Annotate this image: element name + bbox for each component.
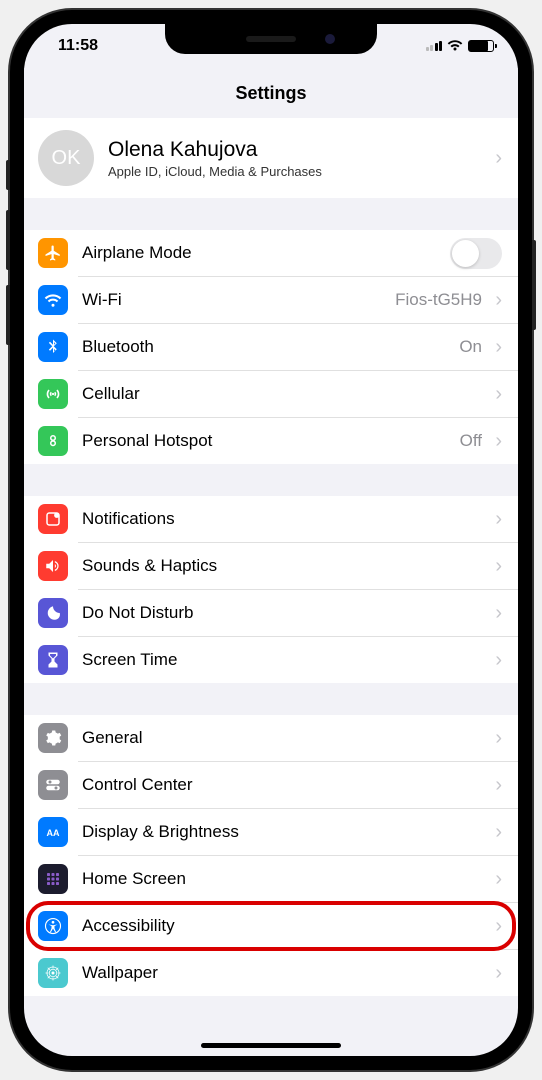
row-label: Home Screen xyxy=(82,869,490,889)
chevron-right-icon: › xyxy=(490,555,502,578)
profile-subtitle: Apple ID, iCloud, Media & Purchases xyxy=(108,164,490,179)
row-label: Bluetooth xyxy=(82,337,459,357)
screen-time-row[interactable]: Screen Time › xyxy=(24,637,518,683)
accessibility-row[interactable]: Accessibility › xyxy=(24,903,518,949)
sounds-row[interactable]: Sounds & Haptics › xyxy=(24,543,518,589)
cellular-icon xyxy=(38,379,68,409)
profile-section: OK Olena Kahujova Apple ID, iCloud, Medi… xyxy=(24,118,518,198)
wifi-row[interactable]: Wi-Fi Fios-tG5H9 › xyxy=(24,277,518,323)
row-label: Wallpaper xyxy=(82,963,490,983)
notifications-section: Notifications › Sounds & Haptics › D xyxy=(24,496,518,683)
row-label: Display & Brightness xyxy=(82,822,490,842)
profile-name: Olena Kahujova xyxy=(108,138,490,162)
chevron-right-icon: › xyxy=(490,774,502,797)
chevron-right-icon: › xyxy=(490,821,502,844)
home-screen-row[interactable]: Home Screen › xyxy=(24,856,518,902)
cellular-row[interactable]: Cellular › xyxy=(24,371,518,417)
notifications-row[interactable]: Notifications › xyxy=(24,496,518,542)
settings-content: OK Olena Kahujova Apple ID, iCloud, Medi… xyxy=(24,118,518,996)
connectivity-section: Airplane Mode Wi-Fi Fios-tG5H9 › xyxy=(24,230,518,464)
volume-down-button xyxy=(6,285,10,345)
svg-text:AA: AA xyxy=(47,828,60,838)
general-section: General › Control Center › AA Display xyxy=(24,715,518,996)
row-label: Notifications xyxy=(82,509,490,529)
wallpaper-icon xyxy=(38,958,68,988)
bluetooth-icon xyxy=(38,332,68,362)
control-center-row[interactable]: Control Center › xyxy=(24,762,518,808)
row-label: Control Center xyxy=(82,775,490,795)
apple-id-row[interactable]: OK Olena Kahujova Apple ID, iCloud, Medi… xyxy=(24,118,518,198)
accessibility-icon xyxy=(38,911,68,941)
chevron-right-icon: › xyxy=(490,962,502,985)
phone-frame: 11:58 Settings OK xyxy=(10,10,532,1070)
row-label: General xyxy=(82,728,490,748)
display-row[interactable]: AA Display & Brightness › xyxy=(24,809,518,855)
chevron-right-icon: › xyxy=(490,508,502,531)
battery-icon xyxy=(468,40,494,52)
airplane-mode-row[interactable]: Airplane Mode xyxy=(24,230,518,276)
airplane-icon xyxy=(38,238,68,268)
hotspot-icon xyxy=(38,426,68,456)
control-center-icon xyxy=(38,770,68,800)
row-label: Accessibility xyxy=(82,916,490,936)
chevron-right-icon: › xyxy=(490,649,502,672)
screen: 11:58 Settings OK xyxy=(24,24,518,1056)
avatar: OK xyxy=(38,130,94,186)
home-screen-icon xyxy=(38,864,68,894)
row-value: On xyxy=(459,337,482,357)
wifi-status-icon xyxy=(447,40,463,52)
cellular-signal-icon xyxy=(426,41,443,51)
row-value: Off xyxy=(460,431,482,451)
chevron-right-icon: › xyxy=(490,430,502,453)
dnd-row[interactable]: Do Not Disturb › xyxy=(24,590,518,636)
volume-up-button xyxy=(6,210,10,270)
chevron-right-icon: › xyxy=(490,289,502,312)
chevron-right-icon: › xyxy=(490,727,502,750)
chevron-right-icon: › xyxy=(490,147,502,170)
row-label: Sounds & Haptics xyxy=(82,556,490,576)
status-time: 11:58 xyxy=(48,37,108,55)
page-title: Settings xyxy=(24,68,518,118)
chevron-right-icon: › xyxy=(490,602,502,625)
display-icon: AA xyxy=(38,817,68,847)
chevron-right-icon: › xyxy=(490,915,502,938)
row-label: Wi-Fi xyxy=(82,290,395,310)
moon-icon xyxy=(38,598,68,628)
row-label: Personal Hotspot xyxy=(82,431,460,451)
power-button xyxy=(532,240,536,330)
general-row[interactable]: General › xyxy=(24,715,518,761)
notifications-icon xyxy=(38,504,68,534)
gear-icon xyxy=(38,723,68,753)
silence-switch xyxy=(6,160,10,190)
row-value: Fios-tG5H9 xyxy=(395,290,482,310)
row-label: Airplane Mode xyxy=(82,243,450,263)
chevron-right-icon: › xyxy=(490,336,502,359)
row-label: Do Not Disturb xyxy=(82,603,490,623)
wallpaper-row[interactable]: Wallpaper › xyxy=(24,950,518,996)
chevron-right-icon: › xyxy=(490,868,502,891)
row-label: Cellular xyxy=(82,384,490,404)
hourglass-icon xyxy=(38,645,68,675)
sounds-icon xyxy=(38,551,68,581)
home-indicator[interactable] xyxy=(201,1043,341,1048)
airplane-mode-toggle[interactable] xyxy=(450,238,502,269)
hotspot-row[interactable]: Personal Hotspot Off › xyxy=(24,418,518,464)
row-label: Screen Time xyxy=(82,650,490,670)
notch xyxy=(165,24,377,54)
bluetooth-row[interactable]: Bluetooth On › xyxy=(24,324,518,370)
chevron-right-icon: › xyxy=(490,383,502,406)
wifi-icon xyxy=(38,285,68,315)
